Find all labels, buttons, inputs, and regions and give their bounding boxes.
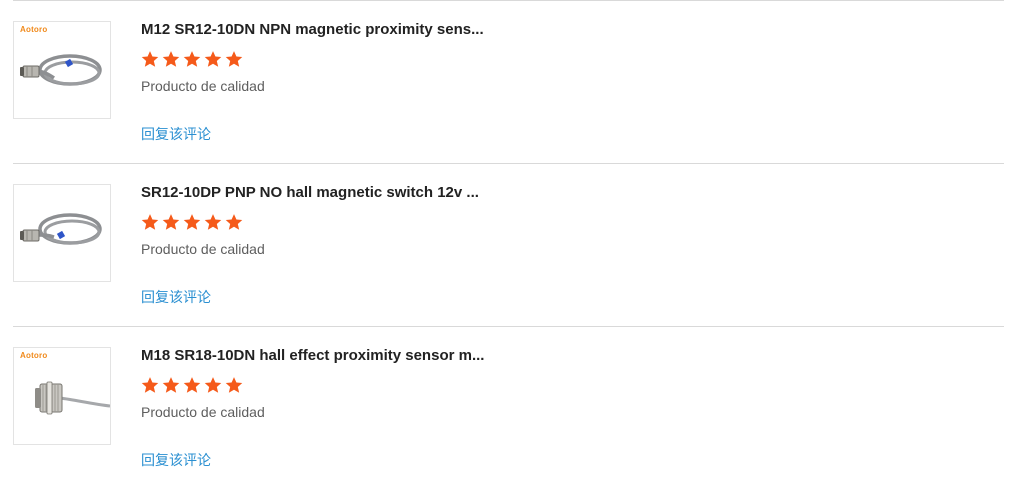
star-icon <box>225 376 243 394</box>
product-title-link[interactable]: M18 SR18-10DN hall effect proximity sens… <box>141 347 501 364</box>
product-thumbnail[interactable]: Aotoro <box>13 21 111 119</box>
reply-link[interactable]: 回复该评论 <box>141 124 211 144</box>
review-list: Aotoro M12 SR12-10DN NPN magnetic proxim… <box>13 0 1004 489</box>
review-comment: Producto de calidad <box>141 404 265 420</box>
star-icon <box>183 213 201 231</box>
star-icon <box>183 50 201 68</box>
rating-stars <box>141 50 243 68</box>
review-comment: Producto de calidad <box>141 241 265 257</box>
star-icon <box>162 213 180 231</box>
star-icon <box>141 213 159 231</box>
review-item: Aotoro M12 SR12-10DN NPN magnetic proxim… <box>13 0 1004 163</box>
reply-link[interactable]: 回复该评论 <box>141 450 211 470</box>
brand-logo: Aotoro <box>20 351 48 360</box>
star-icon <box>162 50 180 68</box>
cable-proximity-sensor-image <box>20 54 102 86</box>
product-thumbnail[interactable]: Aotoro <box>13 347 111 445</box>
threaded-barrel-sensor-image <box>35 381 110 415</box>
product-title-link[interactable]: M12 SR12-10DN NPN magnetic proximity sen… <box>141 21 501 38</box>
product-thumbnail[interactable] <box>13 184 111 282</box>
reply-link[interactable]: 回复该评论 <box>141 287 211 307</box>
star-icon <box>141 50 159 68</box>
star-icon <box>204 376 222 394</box>
review-item: SR12-10DP PNP NO hall magnetic switch 12… <box>13 163 1004 326</box>
rating-stars <box>141 213 243 231</box>
review-comment: Producto de calidad <box>141 78 265 94</box>
cable-proximity-sensor-image <box>20 213 102 245</box>
star-icon <box>225 50 243 68</box>
review-item: Aotoro M18 SR18-10DN hall effect proximi… <box>13 326 1004 489</box>
star-icon <box>183 376 201 394</box>
star-icon <box>225 213 243 231</box>
star-icon <box>204 50 222 68</box>
star-icon <box>162 376 180 394</box>
star-icon <box>141 376 159 394</box>
rating-stars <box>141 376 243 394</box>
product-title-link[interactable]: SR12-10DP PNP NO hall magnetic switch 12… <box>141 184 501 201</box>
brand-logo: Aotoro <box>20 25 48 34</box>
star-icon <box>204 213 222 231</box>
